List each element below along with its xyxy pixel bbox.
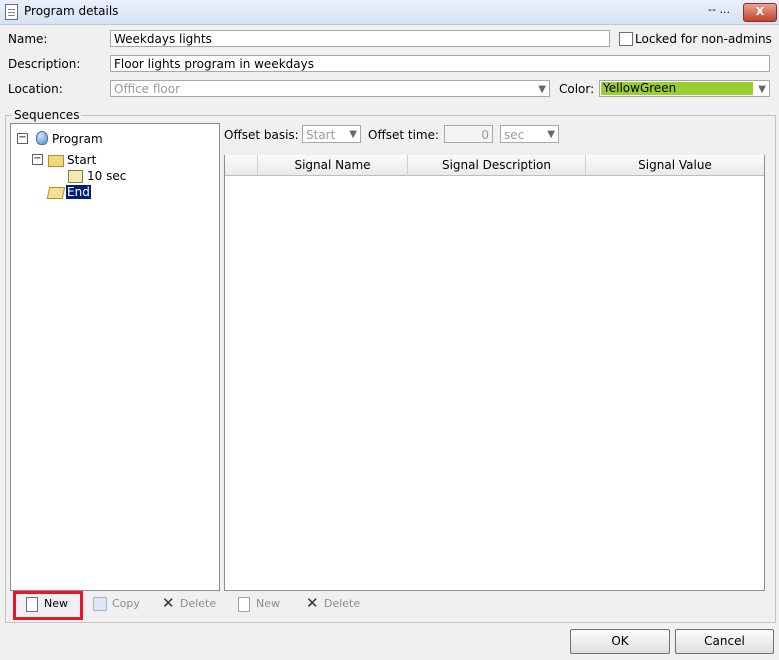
collapse-icon[interactable]: − [17, 133, 28, 144]
description-label: Description: [8, 57, 81, 71]
close-button[interactable]: X [743, 3, 777, 22]
title-bar: Program details -- ... X [0, 0, 779, 25]
open-folder-icon [46, 187, 66, 199]
right-new-label: New [256, 597, 280, 610]
highlight-box [13, 591, 83, 620]
offset-basis-label: Offset basis: [224, 128, 299, 142]
tree-node-step[interactable]: 10 sec [87, 169, 126, 183]
cancel-button[interactable]: Cancel [675, 629, 774, 654]
right-delete-label: Delete [324, 597, 361, 610]
minimize-button[interactable]: -- ... [705, 3, 733, 20]
right-delete-button[interactable]: ✕ Delete [304, 595, 360, 613]
chevron-down-icon: ▼ [349, 129, 357, 140]
location-value: Office floor [114, 82, 181, 96]
color-dropdown[interactable]: YellowGreen ▼ [599, 80, 770, 97]
location-label: Location: [8, 82, 63, 96]
folder-icon [48, 155, 64, 167]
name-input[interactable]: Weekdays lights [110, 30, 610, 47]
sequence-tree[interactable] [10, 123, 220, 591]
chevron-down-icon: ▼ [547, 129, 555, 140]
locked-label: Locked for non-admins [635, 32, 772, 46]
description-input[interactable]: Floor lights program in weekdays [110, 55, 770, 72]
chevron-down-icon: ▼ [758, 84, 766, 95]
copy-icon [93, 597, 107, 611]
chevron-down-icon: ▼ [538, 84, 546, 95]
tree-node-start[interactable]: Start [67, 153, 96, 167]
name-label: Name: [8, 32, 48, 46]
locked-checkbox[interactable] [619, 32, 633, 46]
offset-time-label: Offset time: [368, 128, 440, 142]
delete-icon: ✕ [162, 594, 175, 612]
column-signal-description[interactable]: Signal Description [408, 155, 586, 176]
color-label: Color: [559, 82, 595, 96]
left-copy-button[interactable]: Copy [92, 595, 140, 613]
signals-grid[interactable] [224, 155, 765, 591]
offset-basis-dropdown[interactable]: Start ▼ [302, 125, 361, 143]
step-icon [68, 170, 83, 183]
column-signal-name[interactable]: Signal Name [258, 155, 408, 176]
grid-row-header [225, 155, 258, 176]
column-signal-value[interactable]: Signal Value [586, 155, 764, 176]
offset-unit-dropdown[interactable]: sec ▼ [500, 125, 559, 143]
collapse-icon[interactable]: − [32, 154, 43, 165]
light-bulb-icon [36, 131, 48, 145]
window-title: Program details [24, 4, 119, 18]
tree-node-program[interactable]: Program [52, 132, 103, 146]
left-delete-button[interactable]: ✕ Delete [160, 595, 216, 613]
right-new-button[interactable]: New [236, 595, 280, 613]
location-dropdown[interactable]: Office floor ▼ [110, 80, 550, 97]
left-copy-label: Copy [112, 597, 140, 610]
offset-basis-value: Start [306, 128, 336, 142]
offset-unit-value: sec [504, 128, 525, 142]
delete-icon: ✕ [306, 594, 319, 612]
offset-time-input[interactable]: 0 [444, 125, 493, 143]
ok-button[interactable]: OK [570, 629, 670, 654]
document-icon [5, 4, 18, 20]
left-delete-label: Delete [180, 597, 217, 610]
new-document-icon [238, 597, 250, 612]
color-value: YellowGreen [601, 82, 753, 95]
sequences-group-title: Sequences [12, 108, 82, 122]
tree-node-end[interactable]: End [66, 185, 91, 199]
